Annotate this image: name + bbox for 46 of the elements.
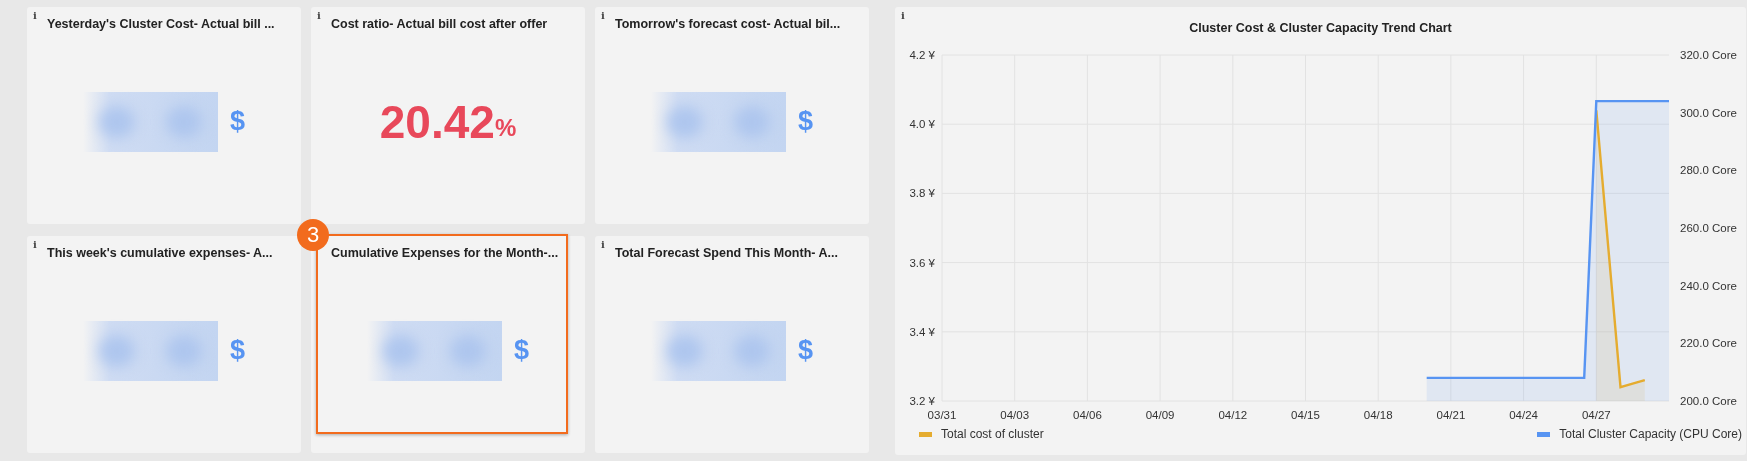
info-icon[interactable]: i [33, 10, 37, 21]
axis-label: 04/03 [1000, 409, 1030, 421]
axis-label: 3.4 ¥ [909, 325, 935, 338]
axis-label: 240.0 Core [1680, 279, 1737, 292]
panel-title: Total Forecast Spend This Month- A... [615, 246, 839, 260]
axis-label: 300.0 Core [1680, 106, 1737, 119]
panel-title: Tomorrow's forecast cost- Actual bil... [615, 17, 842, 31]
unit-symbol: $ [230, 335, 245, 366]
info-icon[interactable]: i [33, 239, 37, 250]
axis-label: 04/18 [1363, 409, 1393, 421]
panel-title: Cumulative Expenses for the Month-... [331, 246, 560, 260]
axis-label: 200.0 Core [1680, 395, 1737, 407]
axis-label: 320.0 Core [1680, 49, 1737, 61]
info-icon[interactable]: i [901, 10, 905, 21]
chart-title: Cluster Cost & Cluster Capacity Trend Chart [1188, 21, 1453, 37]
axis-label: 280.0 Core [1680, 164, 1737, 177]
unit-symbol: $ [514, 335, 529, 366]
panel-title: This week's cumulative expenses- A... [47, 246, 274, 260]
axis-label: 04/12 [1218, 409, 1248, 421]
axis-label: 04/09 [1145, 409, 1175, 421]
info-icon[interactable]: i [317, 10, 321, 21]
legend-label[interactable]: Total Cluster Capacity (CPU Core) [1559, 427, 1742, 441]
axis-label: 4.0 ¥ [909, 118, 935, 131]
info-icon[interactable]: i [601, 239, 605, 250]
unit-symbol: % [494, 113, 517, 142]
axis-label: 4.2 ¥ [909, 49, 935, 61]
axis-label: 04/15 [1291, 409, 1320, 421]
axis-label: 04/06 [1073, 409, 1102, 421]
callout-badge: 3 [297, 219, 329, 251]
legend-label[interactable]: Total cost of cluster [941, 427, 1044, 441]
stat-value: 20.42 [379, 94, 495, 149]
unit-symbol: $ [798, 335, 813, 366]
axis-label: 04/21 [1436, 409, 1466, 421]
unit-symbol: $ [798, 106, 813, 137]
axis-label: 04/27 [1581, 409, 1611, 421]
unit-symbol: $ [230, 106, 245, 137]
axis-label: 260.0 Core [1680, 222, 1737, 234]
axis-label: 03/31 [927, 409, 957, 421]
info-icon[interactable]: i [601, 10, 605, 21]
axis-label: 3.6 ¥ [909, 256, 935, 269]
axis-label: 04/24 [1509, 409, 1538, 421]
panel-title: Cost ratio- Actual bill cost after offer [331, 17, 549, 31]
axis-label: 3.2 ¥ [909, 395, 935, 407]
axis-label: 220.0 Core [1680, 337, 1737, 350]
panel-title: Yesterday's Cluster Cost- Actual bill ... [47, 17, 276, 31]
axis-label: 3.8 ¥ [909, 187, 935, 200]
